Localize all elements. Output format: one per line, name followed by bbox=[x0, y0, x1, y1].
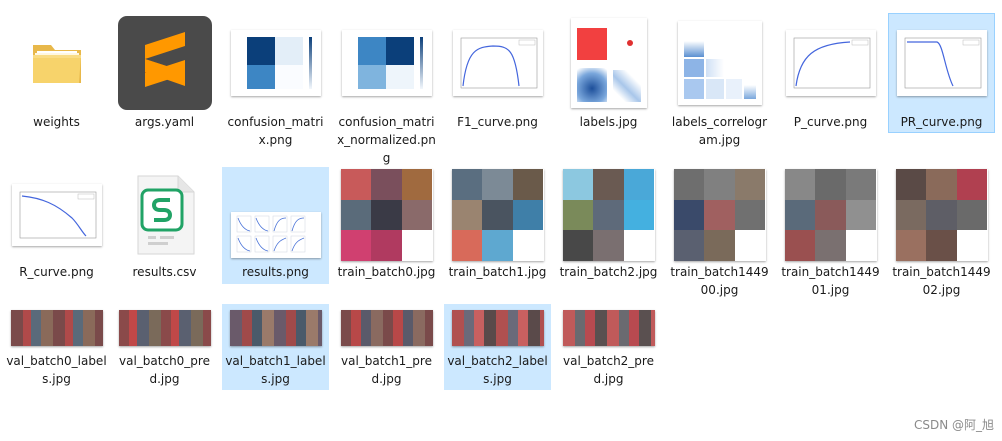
file-item-train-batch1[interactable]: train_batch1.jpg bbox=[444, 167, 551, 287]
file-name: weights bbox=[33, 115, 80, 129]
image-thumbnail bbox=[222, 304, 329, 352]
file-name: val_batch2_labels.jpg bbox=[447, 354, 548, 386]
file-item-train-batch2[interactable]: train_batch2.jpg bbox=[555, 167, 662, 287]
image-thumbnail bbox=[3, 167, 110, 263]
file-name: train_batch1.jpg bbox=[448, 265, 547, 279]
file-name: train_batch2.jpg bbox=[559, 265, 658, 279]
file-item-results-png[interactable]: results.png bbox=[222, 167, 329, 284]
file-name: args.yaml bbox=[134, 115, 195, 129]
file-name: train_batch144902.jpg bbox=[892, 265, 991, 297]
image-thumbnail bbox=[3, 304, 110, 352]
file-name: confusion_matrix_normalized.png bbox=[337, 115, 436, 165]
image-thumbnail bbox=[333, 304, 440, 352]
file-name: val_batch1_pred.jpg bbox=[341, 354, 432, 386]
file-item-train-batch144900[interactable]: train_batch144900.jpg bbox=[666, 167, 773, 302]
image-thumbnail bbox=[777, 167, 884, 263]
file-name: P_curve.png bbox=[793, 115, 868, 129]
image-thumbnail bbox=[555, 304, 662, 352]
file-item-confusion-matrix-normalized[interactable]: confusion_matrix_normalized.png bbox=[333, 13, 440, 165]
file-item-f1-curve[interactable]: F1_curve.png bbox=[444, 13, 551, 133]
image-thumbnail bbox=[222, 167, 329, 263]
file-item-train-batch0[interactable]: train_batch0.jpg bbox=[333, 167, 440, 287]
folder-icon bbox=[3, 13, 110, 113]
file-name: labels_correlogram.jpg bbox=[671, 115, 768, 147]
file-item-weights[interactable]: weights bbox=[3, 13, 110, 133]
file-item-args-yaml[interactable]: args.yaml bbox=[111, 13, 218, 133]
image-thumbnail bbox=[444, 304, 551, 352]
spreadsheet-file-icon bbox=[111, 167, 218, 263]
image-thumbnail bbox=[666, 167, 773, 263]
file-name: R_curve.png bbox=[19, 265, 94, 279]
file-name: val_batch0_labels.jpg bbox=[6, 354, 107, 386]
file-item-pr-curve[interactable]: PR_curve.png bbox=[888, 13, 995, 133]
image-thumbnail bbox=[222, 13, 329, 113]
file-item-val-batch0-labels[interactable]: val_batch0_labels.jpg bbox=[3, 304, 110, 390]
file-item-val-batch1-labels[interactable]: val_batch1_labels.jpg bbox=[222, 304, 329, 390]
file-item-labels-correlogram[interactable]: labels_correlogram.jpg bbox=[666, 13, 773, 163]
watermark: CSDN @阿_旭 bbox=[913, 418, 994, 432]
file-item-val-batch2-pred[interactable]: val_batch2_pred.jpg bbox=[555, 304, 662, 390]
file-item-val-batch0-pred[interactable]: val_batch0_pred.jpg bbox=[111, 304, 218, 390]
file-name: train_batch144901.jpg bbox=[781, 265, 880, 297]
file-name: results.png bbox=[242, 265, 309, 279]
file-item-p-curve[interactable]: P_curve.png bbox=[777, 13, 884, 133]
file-name: F1_curve.png bbox=[457, 115, 538, 129]
image-thumbnail bbox=[111, 304, 218, 352]
image-thumbnail bbox=[888, 167, 995, 263]
file-name: confusion_matrix.png bbox=[227, 115, 324, 147]
file-name: train_batch0.jpg bbox=[337, 265, 436, 279]
image-thumbnail bbox=[777, 13, 884, 113]
file-name: val_batch2_pred.jpg bbox=[563, 354, 654, 386]
file-item-r-curve[interactable]: R_curve.png bbox=[3, 167, 110, 287]
file-name: PR_curve.png bbox=[900, 115, 983, 129]
file-name: results.csv bbox=[132, 265, 197, 279]
image-thumbnail bbox=[333, 13, 440, 113]
image-thumbnail bbox=[444, 13, 551, 113]
file-name: val_batch0_pred.jpg bbox=[119, 354, 210, 386]
file-item-labels[interactable]: labels.jpg bbox=[555, 13, 662, 133]
file-name: train_batch144900.jpg bbox=[670, 265, 769, 297]
file-item-val-batch1-pred[interactable]: val_batch1_pred.jpg bbox=[333, 304, 440, 390]
image-thumbnail bbox=[333, 167, 440, 263]
image-thumbnail bbox=[888, 13, 995, 113]
file-item-confusion-matrix[interactable]: confusion_matrix.png bbox=[222, 13, 329, 163]
sublime-text-icon bbox=[111, 13, 218, 113]
image-thumbnail bbox=[666, 13, 773, 113]
image-thumbnail bbox=[444, 167, 551, 263]
file-name: val_batch1_labels.jpg bbox=[225, 354, 326, 386]
file-item-results-csv[interactable]: results.csv bbox=[111, 167, 218, 287]
file-item-train-batch144901[interactable]: train_batch144901.jpg bbox=[777, 167, 884, 302]
file-name: labels.jpg bbox=[579, 115, 638, 129]
image-thumbnail bbox=[555, 13, 662, 113]
image-thumbnail bbox=[555, 167, 662, 263]
file-item-val-batch2-labels[interactable]: val_batch2_labels.jpg bbox=[444, 304, 551, 390]
file-item-train-batch144902[interactable]: train_batch144902.jpg bbox=[888, 167, 995, 302]
